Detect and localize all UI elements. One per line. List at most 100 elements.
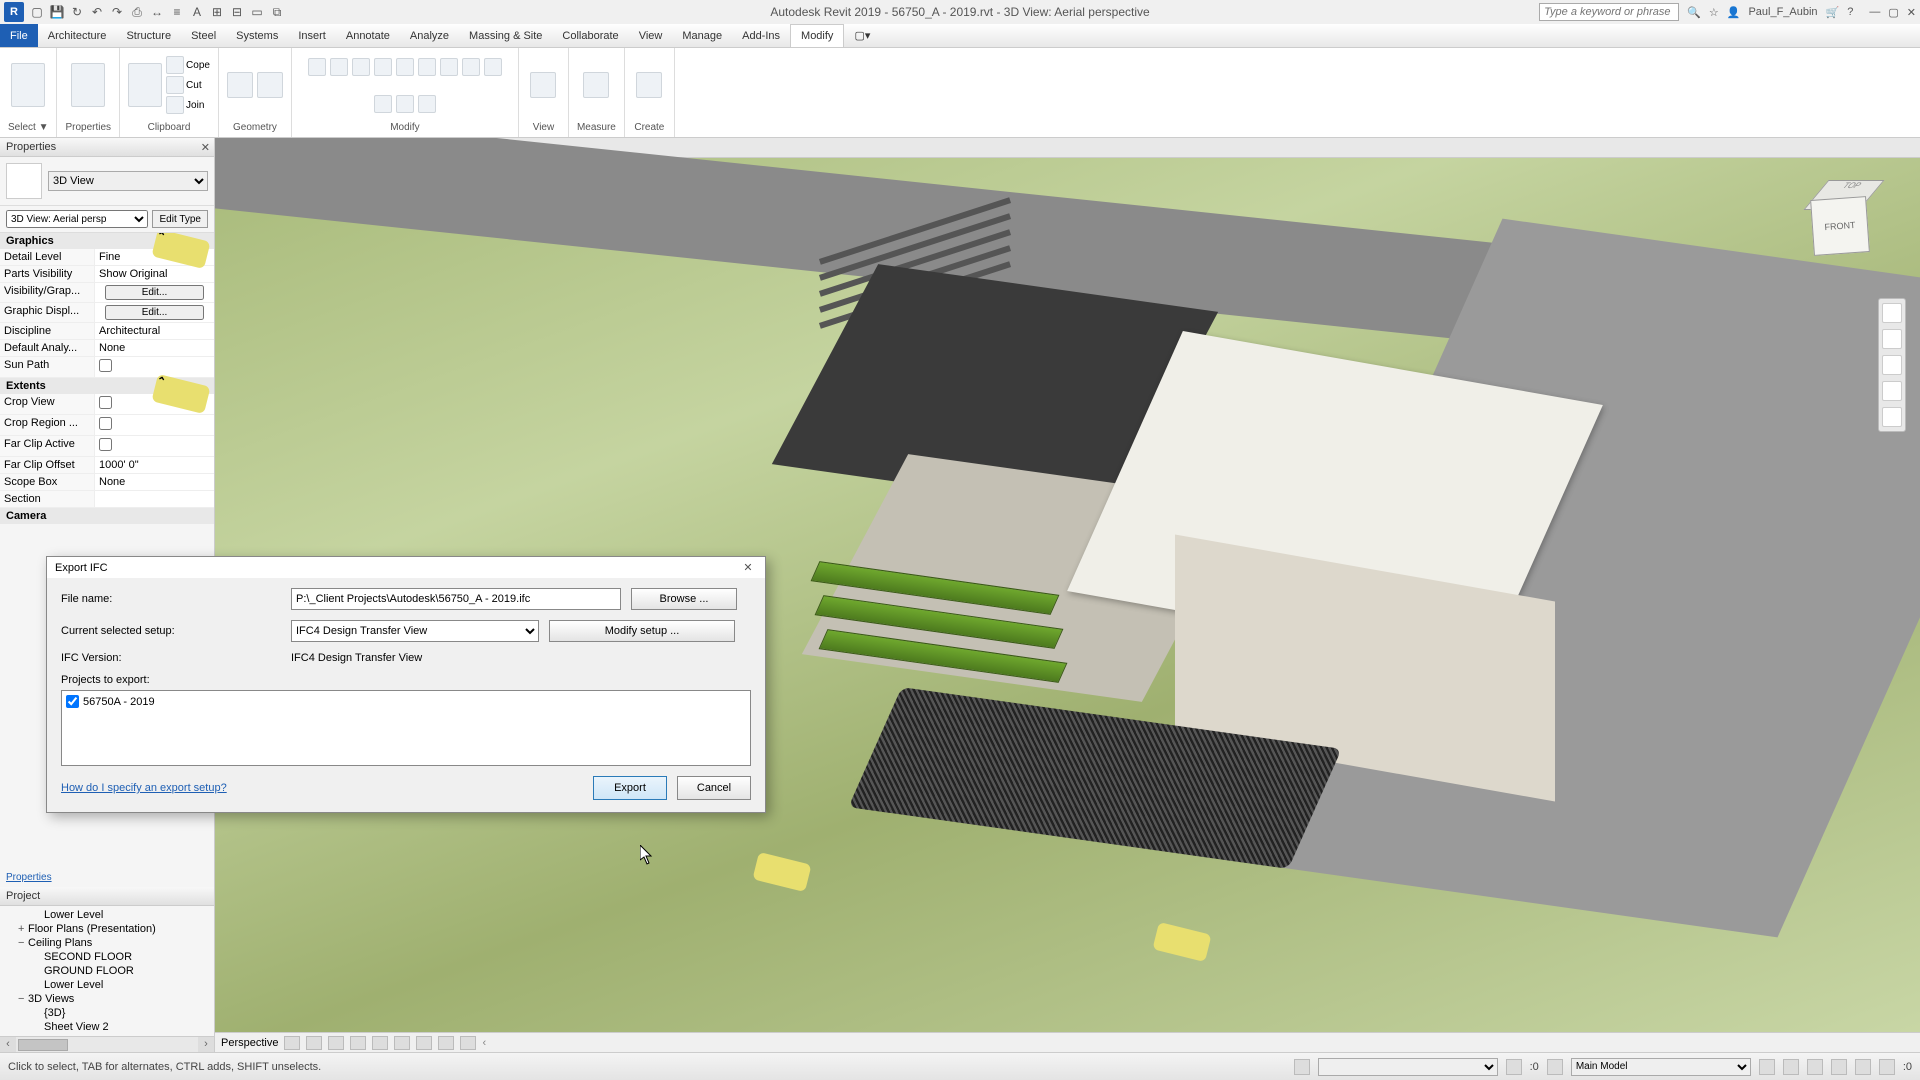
help-icon[interactable]: ? xyxy=(1847,6,1853,18)
properties-icon[interactable] xyxy=(71,63,105,107)
user-name[interactable]: Paul_F_Aubin xyxy=(1748,6,1817,18)
search-input[interactable] xyxy=(1539,3,1679,21)
sunpath-icon[interactable] xyxy=(328,1036,344,1050)
measure-icon[interactable]: ↔ xyxy=(148,3,166,21)
tab-modify[interactable]: Modify xyxy=(790,24,844,47)
align-icon[interactable]: ≡ xyxy=(168,3,186,21)
star-icon[interactable]: ☆ xyxy=(1709,6,1719,19)
rotate-icon[interactable] xyxy=(352,58,370,76)
cope-icon[interactable] xyxy=(166,56,184,74)
scale-label[interactable]: Perspective xyxy=(221,1037,278,1049)
setup-dropdown[interactable]: IFC4 Design Transfer View xyxy=(291,620,539,642)
array-icon[interactable] xyxy=(418,58,436,76)
group-extents[interactable]: Extents⌃ xyxy=(0,378,214,394)
model-dropdown[interactable]: Main Model xyxy=(1571,1058,1751,1076)
move-icon[interactable] xyxy=(308,58,326,76)
trim-icon[interactable] xyxy=(374,58,392,76)
filter-icon[interactable] xyxy=(1879,1059,1895,1075)
cancel-button[interactable]: Cancel xyxy=(677,776,751,800)
hide-icon[interactable] xyxy=(416,1036,432,1050)
select-links-icon[interactable] xyxy=(1759,1059,1775,1075)
view-icon[interactable]: ▭ xyxy=(248,3,266,21)
copy-icon[interactable] xyxy=(330,58,348,76)
tree-node[interactable]: {3D} xyxy=(2,1006,212,1020)
signin-icon[interactable]: 👤 xyxy=(1727,6,1741,19)
reveal-icon[interactable] xyxy=(438,1036,454,1050)
offset-icon[interactable] xyxy=(462,58,480,76)
scale-icon[interactable] xyxy=(484,58,502,76)
render-icon[interactable] xyxy=(372,1036,388,1050)
modify-setup-button[interactable]: Modify setup ... xyxy=(549,620,735,642)
tab-options-icon[interactable]: ▢▾ xyxy=(844,24,880,47)
tab-collaborate[interactable]: Collaborate xyxy=(552,24,628,47)
instance-dropdown[interactable]: 3D View: Aerial persp xyxy=(6,210,148,228)
viewpanel-icon[interactable] xyxy=(530,72,556,98)
tab-file[interactable]: File xyxy=(0,24,38,47)
infocenter-icon[interactable]: 🔍 xyxy=(1687,6,1701,19)
tree-node[interactable]: −Ceiling Plans xyxy=(2,936,212,950)
detail-icon[interactable] xyxy=(284,1036,300,1050)
worksets-icon[interactable] xyxy=(1294,1059,1310,1075)
tab-manage[interactable]: Manage xyxy=(672,24,732,47)
tab-architecture[interactable]: Architecture xyxy=(38,24,117,47)
switch-icon[interactable]: ⧉ xyxy=(268,3,286,21)
minimize-icon[interactable]: — xyxy=(1869,6,1880,19)
view-cube[interactable]: TOP FRONT xyxy=(1794,188,1884,278)
properties-help-link[interactable]: Properties xyxy=(0,868,214,887)
filename-input[interactable] xyxy=(291,588,621,610)
drag-icon[interactable] xyxy=(1855,1059,1871,1075)
shadows-icon[interactable] xyxy=(350,1036,366,1050)
project-item[interactable]: 56750A - 2019 xyxy=(66,695,746,708)
tree-node[interactable]: +Floor Plans (Presentation) xyxy=(2,922,212,936)
browse-button[interactable]: Browse ... xyxy=(631,588,737,610)
tab-view[interactable]: View xyxy=(629,24,673,47)
type-selector[interactable]: 3D View xyxy=(0,157,214,206)
help-link[interactable]: How do I specify an export setup? xyxy=(61,782,227,794)
project-browser-tree[interactable]: Lower Level +Floor Plans (Presentation) … xyxy=(0,906,214,1036)
orbit-icon[interactable] xyxy=(1882,381,1902,401)
print-icon[interactable]: ⎙ xyxy=(128,3,146,21)
pin-icon[interactable] xyxy=(374,95,392,113)
dim-icon[interactable]: ⊞ xyxy=(208,3,226,21)
join-icon[interactable] xyxy=(166,96,184,114)
tab-analyze[interactable]: Analyze xyxy=(400,24,459,47)
open-icon[interactable]: ▢ xyxy=(28,3,46,21)
measure2-icon[interactable] xyxy=(583,72,609,98)
split-icon[interactable] xyxy=(396,58,414,76)
tree-node[interactable]: Lower Level xyxy=(2,908,212,922)
paste-icon[interactable] xyxy=(128,63,162,107)
look-icon[interactable] xyxy=(1882,407,1902,427)
worksets-dropdown[interactable] xyxy=(1318,1058,1498,1076)
project-checkbox[interactable] xyxy=(66,695,79,708)
tab-systems[interactable]: Systems xyxy=(226,24,288,47)
wheel-icon[interactable] xyxy=(1882,303,1902,323)
delete-icon[interactable] xyxy=(418,95,436,113)
group-graphics[interactable]: Graphics⌃ xyxy=(0,233,214,249)
tab-steel[interactable]: Steel xyxy=(181,24,226,47)
constraints-icon[interactable] xyxy=(460,1036,476,1050)
align2-icon[interactable] xyxy=(396,95,414,113)
editreq-icon[interactable] xyxy=(1506,1059,1522,1075)
type-dropdown[interactable]: 3D View xyxy=(48,171,208,191)
redo-icon[interactable]: ↷ xyxy=(108,3,126,21)
modify-tool-icon[interactable] xyxy=(11,63,45,107)
pan-icon[interactable] xyxy=(1882,329,1902,349)
designopt-icon[interactable] xyxy=(1547,1059,1563,1075)
close-icon[interactable]: ✕ xyxy=(1907,6,1916,19)
geo2-icon[interactable] xyxy=(257,72,283,98)
geo-icon[interactable] xyxy=(227,72,253,98)
panel-close-icon[interactable]: ✕ xyxy=(201,141,210,154)
select-pinned-icon[interactable] xyxy=(1807,1059,1823,1075)
export-button[interactable]: Export xyxy=(593,776,667,800)
browser-scrollbar[interactable]: ‹ › xyxy=(0,1036,214,1052)
tree-node[interactable]: Sheet View 2 xyxy=(2,1020,212,1034)
select-underlay-icon[interactable] xyxy=(1783,1059,1799,1075)
crop-icon[interactable] xyxy=(394,1036,410,1050)
edit-type-button[interactable]: Edit Type xyxy=(152,210,208,228)
sync-icon[interactable]: ↻ xyxy=(68,3,86,21)
zoom-icon[interactable] xyxy=(1882,355,1902,375)
tab-annotate[interactable]: Annotate xyxy=(336,24,400,47)
tab-insert[interactable]: Insert xyxy=(288,24,336,47)
tab-massing[interactable]: Massing & Site xyxy=(459,24,552,47)
undo-icon[interactable]: ↶ xyxy=(88,3,106,21)
